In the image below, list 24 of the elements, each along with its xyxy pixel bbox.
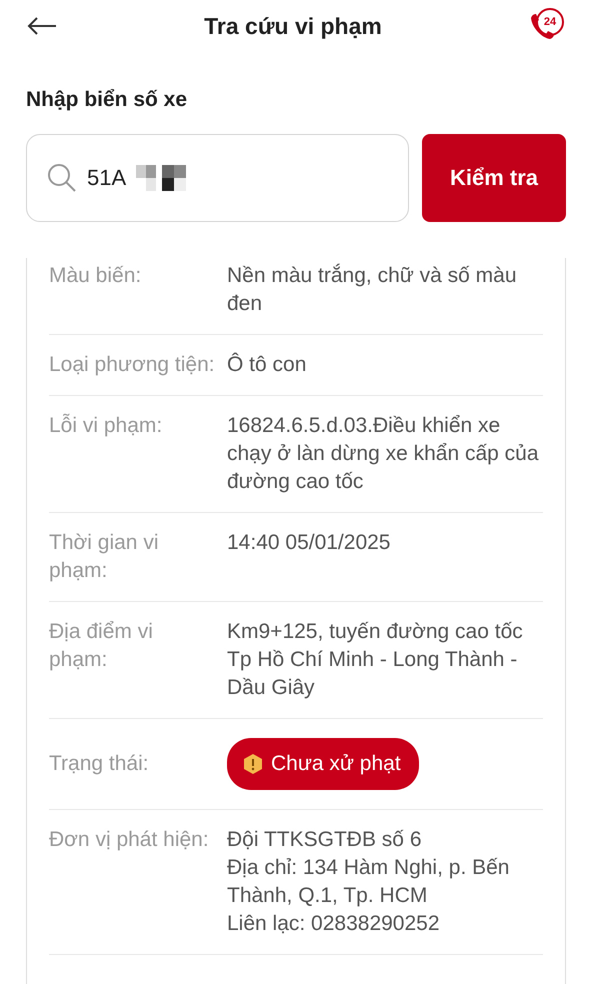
warning-icon xyxy=(243,753,263,775)
row-value: Đội TTKSGTĐB số 6 xyxy=(227,827,422,853)
row-value: Nền màu trắng, chữ và số màu đen xyxy=(227,262,518,317)
row-value: Liên lạc: 02838290252 xyxy=(227,911,441,937)
row-label: Trạng thái: xyxy=(49,751,150,777)
row-label: Màu biến: xyxy=(49,263,142,289)
row-value: Km9+125, tuyến đường cao tốc Tp Hồ Chí Minh - Long Thành - Dầu Giây xyxy=(227,619,524,701)
row-label: Thời gian vi phạm: xyxy=(49,530,160,584)
row-label: Lỗi vi phạm: xyxy=(49,412,164,439)
plate-value: 51A xyxy=(87,165,126,191)
page-title: Tra cứu vi phạm xyxy=(204,12,382,40)
plate-label: Nhập biển số xe xyxy=(26,88,188,112)
row-value: Địa chỉ: 134 Hàm Nghi, p. Bến Thành, Q.1, Tp. HCM xyxy=(227,855,510,909)
plate-input-field[interactable]: 51A xyxy=(26,134,409,222)
search-icon xyxy=(47,163,77,193)
row-value: 16824.6.5.d.03.Điều khiển xe chạy ở làn dừng xe khẩn cấp của đường cao tốc xyxy=(227,413,540,495)
check-button[interactable]: Kiểm tra xyxy=(422,134,566,222)
row-label: Địa điểm vi phạm: xyxy=(49,619,154,673)
back-icon[interactable] xyxy=(26,16,58,36)
status-badge: Chưa xử phạt xyxy=(227,738,419,790)
row-value: Ô tô con xyxy=(227,352,308,378)
row-label: Loại phương tiện: xyxy=(49,352,216,378)
row-label: Đơn vị phát hiện: xyxy=(49,827,210,853)
row-value: 14:40 05/01/2025 xyxy=(227,530,392,556)
